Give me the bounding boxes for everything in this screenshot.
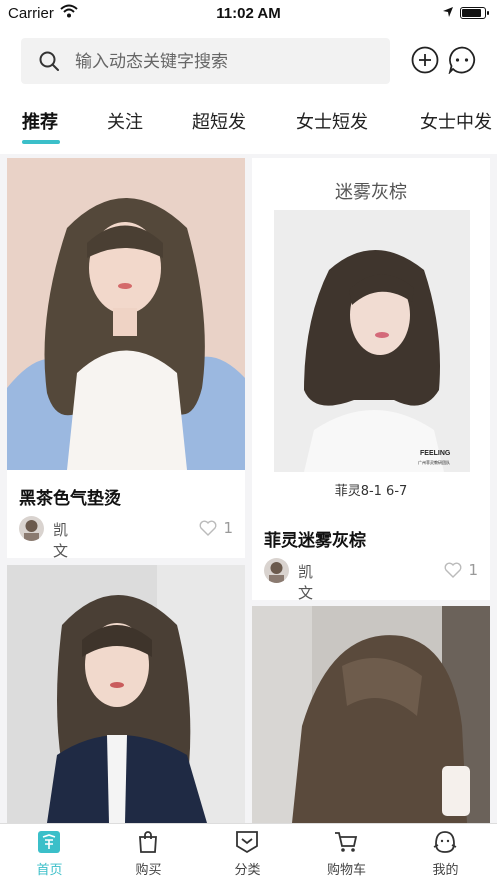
like-button[interactable]: 1 — [438, 558, 478, 584]
avatar[interactable] — [19, 516, 44, 541]
heart-icon — [199, 520, 217, 536]
message-button[interactable] — [448, 46, 476, 74]
shopping-bag-icon — [139, 831, 157, 853]
post-photo[interactable] — [274, 210, 470, 472]
header: 推荐 关注 超短发 女士短发 女士中发 — [0, 26, 497, 154]
tab-recommended[interactable]: 推荐 — [22, 108, 58, 134]
tab-extra-short[interactable]: 超短发 — [192, 108, 246, 134]
active-tab-indicator — [22, 140, 60, 144]
author-name: 凯文 — [53, 521, 69, 558]
post-title: 黑茶色气垫烫 — [19, 489, 121, 509]
tab-womens-medium[interactable]: 女士中发 — [420, 108, 492, 134]
post-card[interactable]: 迷雾灰棕 FEELING 广州菲灵教研团队 菲灵8-1 6-7 菲灵迷雾灰棕 凯… — [252, 158, 490, 600]
heart-icon — [444, 562, 462, 578]
avatar[interactable] — [264, 558, 289, 583]
poster-brand-sub: 广州菲灵教研团队 — [418, 460, 450, 465]
category-tabs: 推荐 关注 超短发 女士短发 女士中发 — [0, 104, 497, 148]
tab-following[interactable]: 关注 — [107, 108, 143, 134]
post-photo[interactable] — [7, 565, 245, 823]
tabbar-item-home[interactable]: 首页 — [0, 824, 99, 884]
home-icon — [38, 831, 60, 853]
bottom-tab-bar: 首页 购买 分类 购物车 我的 — [0, 823, 497, 884]
category-icon — [236, 831, 258, 854]
author-name: 凯文 — [298, 563, 314, 600]
location-arrow-icon — [443, 7, 453, 17]
battery-level — [462, 9, 481, 17]
tabbar-label: 分类 — [234, 863, 261, 878]
search-input[interactable] — [73, 38, 377, 86]
search-icon — [39, 51, 59, 71]
poster-caption: 菲灵8-1 6-7 — [334, 484, 408, 499]
like-button[interactable]: 1 — [193, 516, 233, 542]
post-photo[interactable] — [7, 158, 245, 470]
tabbar-item-profile[interactable]: 我的 — [396, 824, 495, 884]
clock: 11:02 AM — [216, 5, 281, 22]
poster-title: 迷雾灰棕 — [335, 182, 407, 203]
post-photo[interactable] — [252, 606, 490, 823]
profile-icon — [433, 831, 457, 853]
tabbar-item-category[interactable]: 分类 — [198, 824, 297, 884]
add-post-button[interactable] — [411, 46, 439, 74]
tabbar-label: 首页 — [36, 863, 63, 878]
like-count: 1 — [223, 519, 233, 537]
tabbar-item-cart[interactable]: 购物车 — [297, 824, 396, 884]
tab-womens-short[interactable]: 女士短发 — [296, 108, 368, 134]
cart-icon — [335, 832, 358, 852]
poster-brand: FEELING — [420, 450, 451, 457]
like-count: 1 — [468, 561, 478, 579]
post-card[interactable]: 黑茶色气垫烫 凯文 1 — [7, 158, 245, 558]
search-bar[interactable] — [21, 38, 390, 86]
post-card[interactable] — [252, 606, 490, 823]
tabbar-label: 我的 — [432, 863, 459, 878]
post-card[interactable] — [7, 565, 245, 823]
tabbar-label: 购物车 — [326, 863, 366, 878]
post-title: 菲灵迷雾灰棕 — [264, 531, 366, 551]
tabbar-label: 购买 — [135, 863, 162, 878]
battery-icon — [460, 7, 489, 19]
tabbar-item-buy[interactable]: 购买 — [99, 824, 198, 884]
status-bar: Carrier 11:02 AM — [0, 0, 497, 26]
